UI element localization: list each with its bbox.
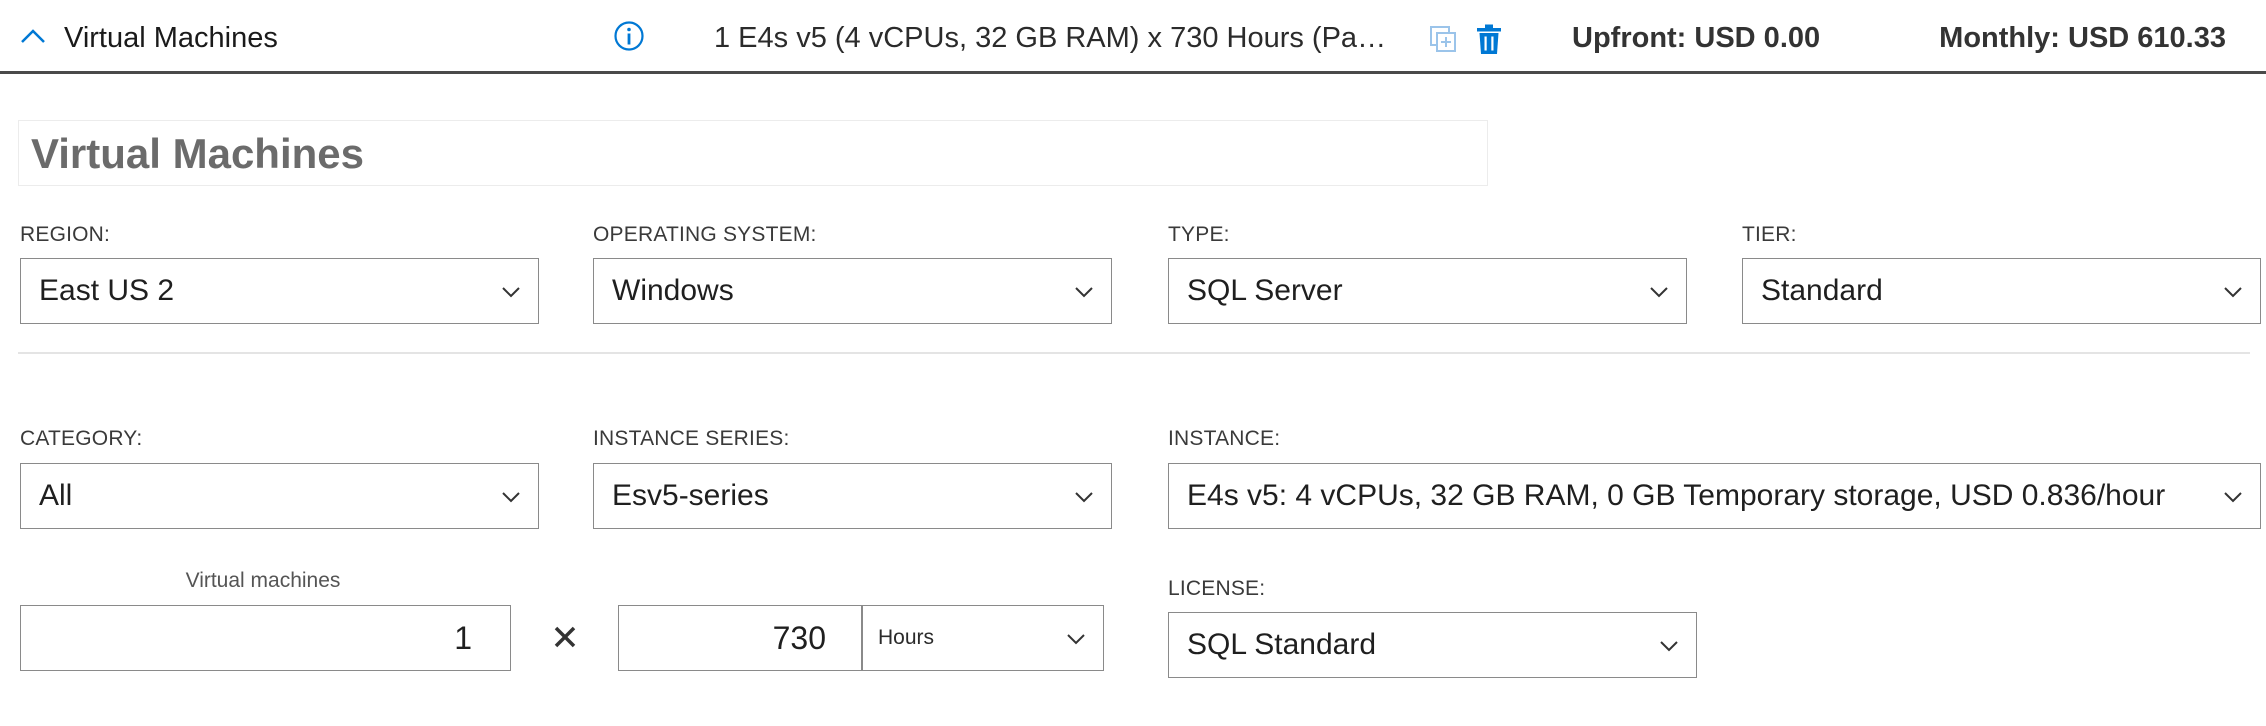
monthly-cost: Monthly: USD 610.33	[1939, 22, 2226, 54]
time-unit-select[interactable]: Hours	[861, 605, 1104, 671]
section-title-field[interactable]: Virtual Machines	[18, 120, 1488, 186]
upfront-cost: Upfront: USD 0.00	[1572, 22, 1821, 54]
info-icon[interactable]	[613, 20, 645, 52]
instance-value: E4s v5: 4 vCPUs, 32 GB RAM, 0 GB Tempora…	[1187, 479, 2166, 512]
hours-field[interactable]	[618, 605, 863, 671]
category-select[interactable]: All	[20, 463, 539, 529]
instance-select[interactable]: E4s v5: 4 vCPUs, 32 GB RAM, 0 GB Tempora…	[1168, 463, 2261, 529]
license-label: LICENSE:	[1168, 577, 1266, 600]
os-select[interactable]: Windows	[593, 258, 1112, 324]
license-value: SQL Standard	[1187, 628, 1377, 661]
chevron-up-icon	[21, 29, 45, 43]
trash-icon[interactable]	[1474, 23, 1504, 55]
section-divider	[18, 352, 2250, 354]
series-select[interactable]: Esv5-series	[593, 463, 1112, 529]
os-label: OPERATING SYSTEM:	[593, 223, 817, 246]
row-summary: 1 E4s v5 (4 vCPUs, 32 GB RAM) x 730 Hour…	[714, 22, 1394, 54]
time-unit-value: Hours	[878, 626, 935, 649]
section-title: Virtual Machines	[31, 130, 365, 177]
instance-label: INSTANCE:	[1168, 427, 1281, 450]
chevron-down-icon	[502, 492, 520, 503]
row-title: Virtual Machines	[64, 22, 278, 54]
type-select[interactable]: SQL Server	[1168, 258, 1687, 324]
chevron-down-icon	[1075, 287, 1093, 298]
region-value: East US 2	[39, 274, 175, 307]
times-icon	[554, 626, 576, 648]
category-label: CATEGORY:	[20, 427, 143, 450]
vm-count-input[interactable]	[21, 606, 510, 670]
chevron-down-icon	[1067, 634, 1085, 645]
os-value: Windows	[612, 274, 734, 307]
chevron-down-icon	[502, 287, 520, 298]
tier-label: TIER:	[1742, 223, 1797, 246]
vm-count-caption: Virtual machines	[185, 569, 341, 592]
hours-input[interactable]	[619, 606, 862, 670]
type-value: SQL Server	[1187, 274, 1343, 307]
tier-select[interactable]: Standard	[1742, 258, 2261, 324]
category-value: All	[39, 479, 73, 512]
chevron-down-icon	[2224, 492, 2242, 503]
estimate-row-header: Virtual Machines 1 E4s v5 (4 vCPUs, 32 G…	[0, 0, 2266, 74]
chevron-down-icon	[1075, 492, 1093, 503]
region-select[interactable]: East US 2	[20, 258, 539, 324]
series-label: INSTANCE SERIES:	[593, 427, 790, 450]
region-label: REGION:	[20, 223, 111, 246]
vm-count-field[interactable]	[20, 605, 511, 671]
chevron-down-icon	[2224, 287, 2242, 298]
chevron-down-icon	[1660, 641, 1678, 652]
collapse-button[interactable]	[18, 22, 48, 52]
clone-icon[interactable]	[1428, 24, 1458, 54]
series-value: Esv5-series	[612, 479, 769, 512]
chevron-down-icon	[1650, 287, 1668, 298]
type-label: TYPE:	[1168, 223, 1230, 246]
license-select[interactable]: SQL Standard	[1168, 612, 1697, 678]
tier-value: Standard	[1761, 274, 1883, 307]
